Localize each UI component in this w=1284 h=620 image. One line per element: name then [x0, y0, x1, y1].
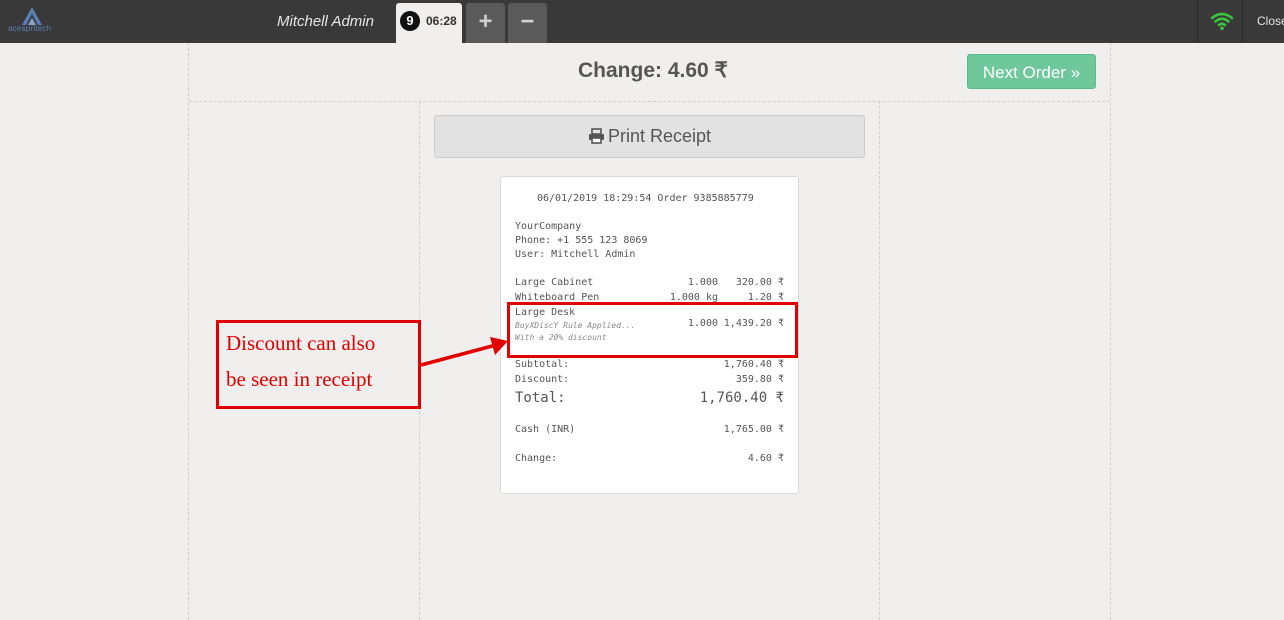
wifi-icon [1210, 12, 1234, 31]
company-logo [22, 7, 42, 25]
change-title: Change: 4.60 ₹ [578, 59, 728, 82]
close-button[interactable]: Close [1257, 14, 1284, 28]
top-bar: acespritech Mitchell Admin 9 06:28 + − C… [0, 0, 1284, 43]
cashier-name[interactable]: Mitchell Admin [277, 13, 374, 30]
frame-line [188, 43, 189, 620]
logo-text: acespritech [8, 24, 52, 33]
discount-highlight-box [507, 302, 798, 358]
cash-value: 1,765.00 ₹ [723, 424, 784, 435]
change-label: Change: [515, 453, 558, 464]
frame-line [1110, 43, 1111, 620]
cash-label: Cash (INR) [515, 424, 576, 435]
add-order-button[interactable]: + [466, 3, 505, 43]
annotation-text: Discount can also be seen in receipt [226, 325, 416, 397]
annotation-arrow-icon [420, 337, 508, 367]
printer-icon [588, 128, 604, 144]
receipt-header: 06/01/2019 18:29:54 Order 9385885779 [537, 193, 754, 204]
subtotal-label: Subtotal: [515, 359, 570, 370]
frame-line [879, 101, 880, 620]
divider [1197, 0, 1198, 43]
discount-label: Discount: [515, 374, 570, 385]
total-label: Total: [515, 390, 566, 406]
annotation-line: be seen in receipt [226, 367, 373, 391]
frame-line [189, 101, 1110, 102]
receipt-user: User: Mitchell Admin [515, 249, 636, 260]
divider [1242, 0, 1243, 43]
order-number-badge: 9 [400, 11, 420, 31]
change-value: 4.60 ₹ [747, 453, 784, 464]
discount-value: 359.80 ₹ [735, 374, 784, 385]
receipt-line-name: Large Cabinet [515, 277, 594, 288]
order-tab[interactable]: 9 06:28 [396, 3, 462, 43]
print-receipt-label: Print Receipt [607, 126, 712, 146]
print-receipt-button[interactable]: Print Receipt [434, 115, 865, 158]
receipt-phone: Phone: +1 555 123 8069 [515, 235, 648, 246]
annotation-line: Discount can also [226, 331, 376, 355]
total-value: 1,760.40 ₹ [699, 390, 784, 406]
receipt-line-qty: 1.000 [687, 277, 718, 288]
remove-order-button[interactable]: − [508, 3, 547, 43]
next-order-button[interactable]: Next Order » [967, 54, 1096, 89]
receipt-line-price: 320.00 ₹ [735, 277, 784, 288]
receipt-company: YourCompany [515, 221, 582, 232]
order-time: 06:28 [426, 14, 457, 28]
subtotal-value: 1,760.40 ₹ [723, 359, 784, 370]
